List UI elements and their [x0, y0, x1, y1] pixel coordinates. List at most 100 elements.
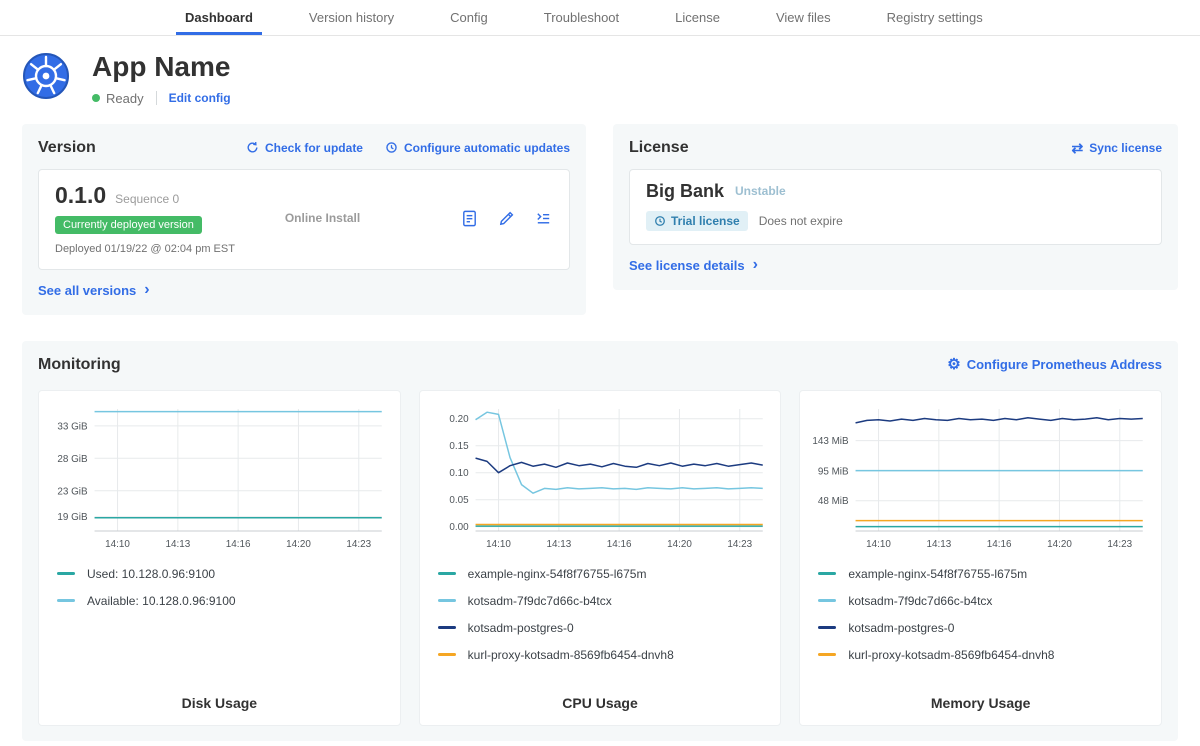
- legend-label: kotsadm-postgres-0: [848, 621, 954, 635]
- disk-usage-chart-card: 19 GiB23 GiB28 GiB33 GiB14:1014:1314:161…: [38, 390, 401, 726]
- chart-legend: example-nginx-54f8f76755-l675m kotsadm-7f…: [810, 567, 1151, 675]
- divider: [156, 91, 157, 105]
- legend-color-dash-icon: [57, 572, 75, 575]
- app-header: App Name Ready Edit config: [0, 36, 1200, 120]
- legend-label: Used: 10.128.0.96:9100: [87, 567, 215, 581]
- see-license-details-link[interactable]: See license details ›: [629, 258, 758, 273]
- version-title: Version: [38, 139, 96, 157]
- trial-license-badge: Trial license: [646, 211, 748, 231]
- memory-usage-chart-card: 48 MiB95 MiB143 MiB14:1014:1314:1614:201…: [799, 390, 1162, 726]
- legend-color-dash-icon: [818, 653, 836, 656]
- see-all-versions-label: See all versions: [38, 283, 136, 298]
- legend-color-dash-icon: [818, 599, 836, 602]
- svg-text:14:10: 14:10: [866, 539, 891, 550]
- deployed-timestamp: Deployed 01/19/22 @ 02:04 pm EST: [55, 243, 235, 255]
- edit-version-config-icon[interactable]: [497, 209, 516, 228]
- legend-item: kotsadm-postgres-0: [818, 621, 1151, 635]
- disk-usage-chart: 19 GiB23 GiB28 GiB33 GiB14:1014:1314:161…: [49, 403, 390, 553]
- svg-text:14:13: 14:13: [927, 539, 952, 550]
- configure-prometheus-label: Configure Prometheus Address: [967, 357, 1162, 372]
- release-notes-icon[interactable]: [460, 209, 479, 228]
- svg-text:14:23: 14:23: [346, 539, 371, 550]
- svg-text:14:20: 14:20: [1047, 539, 1072, 550]
- chart-title: CPU Usage: [430, 685, 771, 711]
- version-card: Version Check for update Configure autom…: [22, 124, 586, 315]
- svg-text:28 GiB: 28 GiB: [57, 454, 88, 465]
- chart-legend: example-nginx-54f8f76755-l675m kotsadm-7f…: [430, 567, 771, 675]
- edit-config-link[interactable]: Edit config: [169, 91, 231, 105]
- tab-registry-settings[interactable]: Registry settings: [878, 0, 992, 35]
- legend-color-dash-icon: [818, 572, 836, 575]
- svg-text:14:16: 14:16: [226, 539, 251, 550]
- legend-item: example-nginx-54f8f76755-l675m: [438, 567, 771, 581]
- svg-text:0.05: 0.05: [449, 495, 469, 506]
- tab-dashboard[interactable]: Dashboard: [176, 0, 262, 35]
- legend-label: kurl-proxy-kotsadm-8569fb6454-dnvh8: [468, 648, 674, 662]
- configure-prometheus-link[interactable]: ⚙ Configure Prometheus Address: [947, 357, 1162, 372]
- svg-text:14:23: 14:23: [1108, 539, 1133, 550]
- clock-refresh-icon: [385, 141, 398, 154]
- memory-usage-chart: 48 MiB95 MiB143 MiB14:1014:1314:1614:201…: [810, 403, 1151, 553]
- svg-text:14:13: 14:13: [165, 539, 190, 550]
- legend-color-dash-icon: [57, 599, 75, 602]
- cpu-usage-chart: 0.000.050.100.150.2014:1014:1314:1614:20…: [430, 403, 771, 553]
- legend-label: example-nginx-54f8f76755-l675m: [468, 567, 647, 581]
- svg-text:14:20: 14:20: [286, 539, 311, 550]
- license-customer-name: Big Bank: [646, 181, 724, 202]
- gear-icon: ⚙: [947, 357, 960, 372]
- license-detail-card: Big Bank Unstable Trial license Does not…: [629, 169, 1162, 245]
- svg-text:14:20: 14:20: [667, 539, 692, 550]
- svg-text:14:10: 14:10: [105, 539, 130, 550]
- configure-automatic-updates-link[interactable]: Configure automatic updates: [385, 141, 570, 155]
- app-status-text: Ready: [106, 91, 144, 106]
- kubernetes-logo-icon: [22, 52, 70, 100]
- app-title: App Name: [92, 52, 231, 83]
- status-ready-dot: [92, 94, 100, 102]
- legend-item: kurl-proxy-kotsadm-8569fb6454-dnvh8: [818, 648, 1151, 662]
- svg-text:23 GiB: 23 GiB: [57, 486, 88, 497]
- chart-title: Disk Usage: [49, 685, 390, 711]
- chart-legend: Used: 10.128.0.96:9100 Available: 10.128.…: [49, 567, 390, 621]
- cards-row: Version Check for update Configure autom…: [0, 124, 1200, 315]
- cpu-usage-chart-card: 0.000.050.100.150.2014:1014:1314:1614:20…: [419, 390, 782, 726]
- svg-text:0.00: 0.00: [449, 522, 469, 533]
- legend-item: kotsadm-7f9dc7d66c-b4tcx: [818, 594, 1151, 608]
- legend-color-dash-icon: [818, 626, 836, 629]
- svg-text:143 MiB: 143 MiB: [813, 436, 850, 447]
- legend-color-dash-icon: [438, 572, 456, 575]
- tab-license[interactable]: License: [666, 0, 729, 35]
- configure-automatic-updates-label: Configure automatic updates: [404, 141, 570, 155]
- license-channel: Unstable: [735, 184, 786, 198]
- version-sequence: Sequence 0: [115, 192, 179, 206]
- tab-version-history[interactable]: Version history: [300, 0, 403, 35]
- deploy-logs-icon[interactable]: [534, 209, 553, 228]
- charts-row: 19 GiB23 GiB28 GiB33 GiB14:1014:1314:161…: [38, 390, 1162, 726]
- check-for-update-link[interactable]: Check for update: [246, 141, 363, 155]
- legend-label: kotsadm-postgres-0: [468, 621, 574, 635]
- svg-text:14:23: 14:23: [727, 539, 752, 550]
- see-all-versions-link[interactable]: See all versions ›: [38, 283, 150, 298]
- legend-item: Available: 10.128.0.96:9100: [57, 594, 390, 608]
- sync-icon: ⇄: [1072, 141, 1084, 155]
- license-title: License: [629, 139, 689, 157]
- refresh-icon: [246, 141, 259, 154]
- check-for-update-label: Check for update: [265, 141, 363, 155]
- legend-label: example-nginx-54f8f76755-l675m: [848, 567, 1027, 581]
- svg-text:33 GiB: 33 GiB: [57, 421, 88, 432]
- legend-label: kurl-proxy-kotsadm-8569fb6454-dnvh8: [848, 648, 1054, 662]
- monitoring-card: Monitoring ⚙ Configure Prometheus Addres…: [22, 341, 1178, 741]
- tab-view-files[interactable]: View files: [767, 0, 840, 35]
- sync-license-link[interactable]: ⇄ Sync license: [1072, 141, 1162, 155]
- top-nav: Dashboard Version history Config Trouble…: [0, 0, 1200, 36]
- tab-troubleshoot[interactable]: Troubleshoot: [535, 0, 628, 35]
- deployed-version-badge: Currently deployed version: [55, 216, 202, 234]
- legend-label: Available: 10.128.0.96:9100: [87, 594, 236, 608]
- license-expiration: Does not expire: [759, 214, 843, 228]
- legend-color-dash-icon: [438, 653, 456, 656]
- svg-text:0.10: 0.10: [449, 468, 469, 479]
- tab-config[interactable]: Config: [441, 0, 497, 35]
- legend-label: kotsadm-7f9dc7d66c-b4tcx: [848, 594, 992, 608]
- chevron-right-icon: ›: [144, 284, 149, 297]
- chart-title: Memory Usage: [810, 685, 1151, 711]
- legend-label: kotsadm-7f9dc7d66c-b4tcx: [468, 594, 612, 608]
